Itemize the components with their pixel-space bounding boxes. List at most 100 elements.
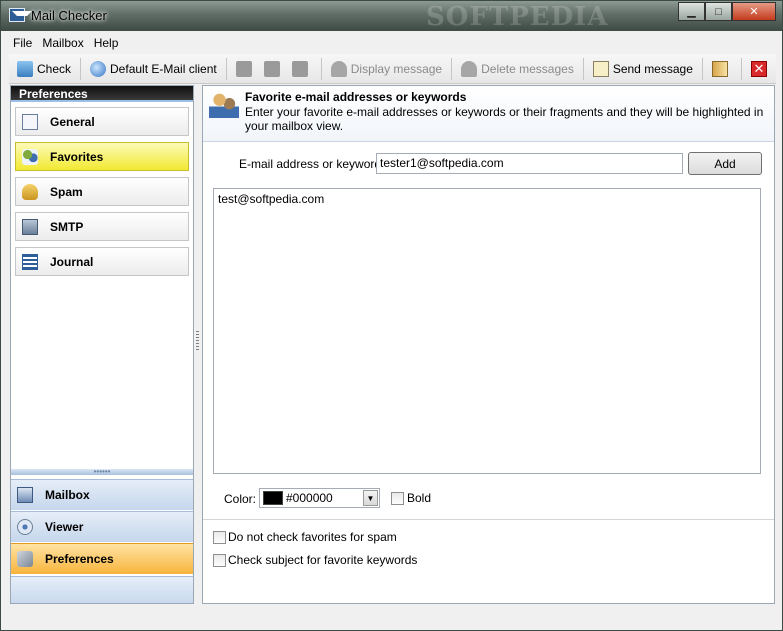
nav-label: Mailbox — [45, 488, 90, 502]
nav-viewer[interactable]: Viewer — [11, 511, 193, 542]
menu-bar: File Mailbox Help — [9, 32, 776, 54]
delete-messages-label: Delete messages — [481, 61, 574, 76]
color-value: #000000 — [286, 491, 333, 505]
default-client-button[interactable]: Default E-Mail client — [86, 57, 221, 81]
status-bar — [9, 606, 776, 624]
favorites-list[interactable]: test@softpedia.com — [213, 188, 761, 474]
toolbar-separator — [701, 57, 703, 80]
sidebar-item-journal[interactable]: Journal — [15, 247, 189, 276]
people-icon — [22, 148, 38, 165]
close-button[interactable]: ✕ — [732, 2, 776, 21]
chevron-down-icon[interactable]: ▼ — [363, 490, 378, 506]
viewer-icon — [17, 519, 33, 535]
navigation-pane: Preferences General Favorites Spam SMTP … — [10, 85, 194, 604]
minimize-button[interactable]: ▁ — [678, 2, 705, 21]
keyword-form: E-mail address or keyword: tester1@softp… — [203, 152, 774, 178]
favorites-people-icon — [209, 92, 239, 118]
sidebar-item-favorites[interactable]: Favorites — [15, 142, 189, 171]
navigation-header: Preferences — [11, 86, 193, 102]
exit-icon: ✕ — [750, 60, 767, 77]
toolbar-separator — [740, 57, 742, 80]
preferences-icon — [17, 551, 33, 567]
nav-mailbox[interactable]: Mailbox — [11, 479, 193, 510]
sidebar-item-label: Spam — [50, 184, 83, 199]
pane-resize-grip[interactable]: •••••• — [11, 468, 193, 476]
nav-label: Viewer — [45, 520, 84, 534]
check-label: Check — [37, 61, 72, 76]
exit-button[interactable]: ✕ — [747, 57, 775, 81]
vertical-splitter[interactable] — [194, 85, 202, 604]
check-button[interactable]: Check — [13, 57, 75, 81]
add-button[interactable]: Add — [688, 152, 762, 175]
watermark: SOFTPEDIA — [426, 2, 609, 32]
color-swatch — [263, 491, 283, 505]
display-message-icon — [330, 60, 347, 77]
mail-app-icon — [9, 8, 32, 22]
panel-title: Favorite e-mail addresses or keywords — [245, 90, 467, 104]
can-icon — [22, 183, 38, 200]
main-window: Mail Checker SOFTPEDIA ▁ □ ✕ File Mailbo… — [0, 0, 783, 631]
menu-help[interactable]: Help — [94, 36, 119, 50]
spam-checkbox[interactable] — [213, 530, 226, 544]
toolbar-icon-button-2[interactable] — [260, 57, 288, 81]
subject-option[interactable]: Check subject for favorite keywords — [213, 553, 417, 567]
globe-icon — [90, 60, 107, 77]
toolbar-separator — [582, 57, 584, 80]
list-item[interactable]: test@softpedia.com — [214, 189, 760, 209]
toolbar-separator — [80, 57, 82, 80]
nav-preferences[interactable]: Preferences — [11, 543, 193, 574]
sidebar-item-label: SMTP — [50, 219, 84, 234]
toolbar-icon-button-1[interactable] — [232, 57, 260, 81]
keyword-input[interactable]: tester1@softpedia.com — [376, 153, 683, 174]
sidebar-item-smtp[interactable]: SMTP — [15, 212, 189, 241]
page-icon — [291, 60, 308, 77]
divider — [203, 519, 774, 520]
color-label: Color: — [224, 492, 257, 506]
sidebar-item-label: General — [50, 114, 95, 129]
subject-option-label: Check subject for favorite keywords — [228, 553, 418, 567]
send-message-label: Send message — [612, 61, 693, 76]
sidebar-item-label: Journal — [50, 254, 94, 269]
server-icon — [22, 218, 38, 235]
delete-messages-button[interactable]: Delete messages — [457, 57, 578, 81]
sidebar-item-spam[interactable]: Spam — [15, 177, 189, 206]
send-message-button[interactable]: Send message — [589, 57, 697, 81]
keyword-label: E-mail address or keyword: — [239, 157, 385, 171]
page-icon — [235, 60, 252, 77]
toolbar-icon-button-3[interactable] — [288, 57, 316, 81]
menu-file[interactable]: File — [13, 36, 32, 50]
sidebar-item-general[interactable]: General — [15, 107, 189, 136]
toolbar-separator — [225, 57, 227, 80]
page-icon — [263, 60, 280, 77]
document-icon — [22, 113, 38, 130]
display-message-label: Display message — [350, 61, 443, 76]
display-message-button[interactable]: Display message — [327, 57, 446, 81]
bold-checkbox[interactable] — [391, 491, 404, 505]
menu-mailbox[interactable]: Mailbox — [42, 36, 83, 50]
spam-option[interactable]: Do not check favorites for spam — [213, 530, 397, 544]
title-bar[interactable]: Mail Checker SOFTPEDIA ▁ □ ✕ — [1, 1, 782, 32]
delete-messages-icon — [461, 60, 478, 77]
toolbar-separator — [320, 57, 322, 80]
address-book-icon — [711, 60, 728, 77]
spam-option-label: Do not check favorites for spam — [228, 530, 397, 544]
toolbar-separator — [451, 57, 453, 80]
envelope-icon — [592, 60, 609, 77]
maximize-button[interactable]: □ — [705, 2, 732, 21]
color-select[interactable]: #000000 ▼ — [259, 488, 380, 508]
bold-option[interactable]: Bold — [391, 491, 431, 505]
list-icon — [22, 253, 38, 270]
sidebar-item-label: Favorites — [50, 149, 104, 164]
default-client-label: Default E-Mail client — [110, 61, 217, 76]
panel-description: Enter your favorite e-mail addresses or … — [245, 105, 764, 133]
check-mail-icon — [17, 60, 33, 77]
splitter-grip-icon — [196, 331, 199, 351]
mailbox-icon — [17, 487, 33, 503]
favorites-panel: Favorite e-mail addresses or keywords En… — [202, 85, 775, 604]
subject-checkbox[interactable] — [213, 553, 226, 567]
panel-header: Favorite e-mail addresses or keywords En… — [203, 86, 774, 142]
bold-label: Bold — [407, 491, 432, 505]
window-controls: ▁ □ ✕ — [678, 2, 776, 21]
address-book-button[interactable] — [708, 57, 736, 81]
color-row: Color: #000000 ▼ Bold — [203, 486, 774, 510]
